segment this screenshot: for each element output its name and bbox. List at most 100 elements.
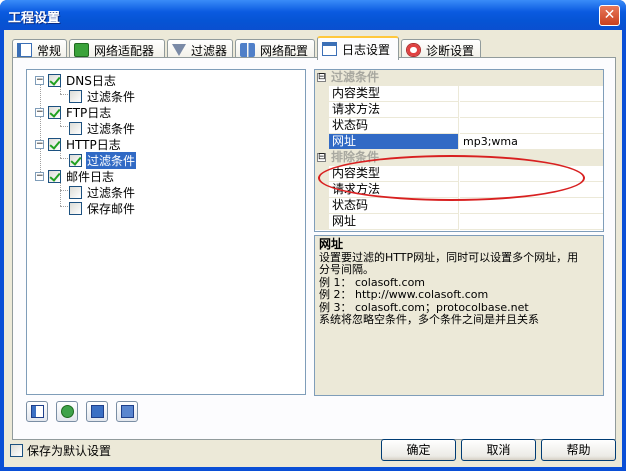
refresh-button[interactable] <box>56 401 78 422</box>
property-name: 网址 <box>329 214 459 230</box>
tree-node-dns-filter[interactable]: 过滤条件 <box>69 88 136 104</box>
property-name: 内容类型 <box>329 166 459 182</box>
row-gutter <box>315 102 329 118</box>
close-icon: ✕ <box>603 7 616 23</box>
view-button[interactable] <box>26 401 48 422</box>
property-value[interactable] <box>460 102 603 118</box>
collapse-icon[interactable]: − <box>35 171 44 181</box>
dialog-client: 常规 网络适配器 过滤器 网络配置 日志设置 诊断设置 − DNS日志 过滤条件… <box>4 30 622 467</box>
category-filter-conditions[interactable]: ⊟ 过滤条件 <box>315 70 603 86</box>
tab-log-settings[interactable]: 日志设置 <box>317 36 399 60</box>
mail-filter-checkbox[interactable] <box>69 185 82 199</box>
adapter-icon <box>74 43 89 57</box>
row-gutter <box>315 214 329 230</box>
http-log-checkbox[interactable] <box>48 137 61 151</box>
tree-node-label: 过滤条件 <box>86 151 137 169</box>
category-label: 排除条件 <box>331 150 380 164</box>
tree-node-label: DNS日志 <box>66 73 116 88</box>
property-value[interactable] <box>460 182 603 198</box>
tab-label: 常规 <box>37 43 62 58</box>
import-button[interactable] <box>86 401 108 422</box>
category-exclude-conditions[interactable]: ⊟ 排除条件 <box>315 150 603 166</box>
row-gutter <box>315 118 329 134</box>
property-row[interactable]: 状态码 <box>315 118 603 134</box>
help-button[interactable]: 帮助 <box>541 439 616 461</box>
collapse-icon[interactable]: − <box>35 75 44 85</box>
export-button[interactable] <box>116 401 138 422</box>
property-name: 网址 <box>329 134 459 150</box>
property-row[interactable]: 内容类型 <box>315 166 603 182</box>
tree-node-ftp-log[interactable]: − FTP日志 <box>35 104 112 120</box>
property-row[interactable]: 请求方法 <box>315 182 603 198</box>
ftp-filter-checkbox[interactable] <box>69 121 82 135</box>
close-button[interactable]: ✕ <box>599 5 620 26</box>
collapse-icon[interactable]: ⊟ <box>317 73 326 82</box>
save-default-label: 保存为默认设置 <box>27 444 112 458</box>
property-row-url[interactable]: 网址 mp3;wma <box>315 134 603 150</box>
network-config-icon <box>240 43 255 57</box>
tree-connector <box>60 94 68 95</box>
cancel-button[interactable]: 取消 <box>461 439 536 461</box>
tree-node-label: HTTP日志 <box>66 137 121 152</box>
description-line: 系统将忽略空条件，多个条件之间是并且关系 <box>319 313 539 326</box>
tree-node-mail-log[interactable]: − 邮件日志 <box>35 168 115 184</box>
property-name: 状态码 <box>329 198 459 214</box>
tree-connector <box>60 182 61 206</box>
tree-node-label: 过滤条件 <box>87 185 136 200</box>
tab-label: 日志设置 <box>342 42 391 57</box>
tree-node-label: FTP日志 <box>66 105 112 120</box>
property-value[interactable] <box>460 118 603 134</box>
property-grid: ⊟ 过滤条件 内容类型 请求方法 状态码 网址 mp3;wma ⊟ 排除条件 内… <box>314 69 604 232</box>
tree-node-save-mail[interactable]: 保存邮件 <box>69 200 136 216</box>
tree-connector <box>60 206 68 207</box>
property-name: 状态码 <box>329 118 459 134</box>
dns-log-checkbox[interactable] <box>48 73 61 87</box>
tree-node-http-filter[interactable]: 过滤条件 <box>69 151 137 169</box>
property-row[interactable]: 请求方法 <box>315 102 603 118</box>
row-gutter <box>315 166 329 182</box>
property-row[interactable]: 内容类型 <box>315 86 603 102</box>
row-gutter <box>315 134 329 150</box>
title-bar[interactable]: 工程设置 ✕ <box>0 0 626 30</box>
property-value[interactable] <box>460 86 603 102</box>
property-value[interactable] <box>460 198 603 214</box>
http-filter-checkbox[interactable] <box>69 153 82 167</box>
ftp-log-checkbox[interactable] <box>48 105 61 119</box>
collapse-icon[interactable]: − <box>35 107 44 117</box>
property-name: 内容类型 <box>329 86 459 102</box>
save-default-checkbox[interactable] <box>10 444 23 457</box>
property-row[interactable]: 状态码 <box>315 198 603 214</box>
property-value[interactable] <box>460 214 603 230</box>
import-icon <box>91 405 104 418</box>
tree-node-label: 过滤条件 <box>87 89 136 104</box>
tree-node-dns-log[interactable]: − DNS日志 <box>35 72 117 88</box>
description-line: 例 2： http://www.colasoft.com <box>319 288 489 301</box>
row-gutter <box>315 86 329 102</box>
mail-log-checkbox[interactable] <box>48 169 61 183</box>
url-value-field[interactable]: mp3;wma <box>460 134 603 150</box>
tab-label: 网络适配器 <box>94 43 155 58</box>
tree-node-mail-filter[interactable]: 过滤条件 <box>69 184 136 200</box>
property-row[interactable]: 网址 <box>315 214 603 230</box>
collapse-icon[interactable]: − <box>35 139 44 149</box>
row-gutter <box>315 198 329 214</box>
log-settings-panel: − DNS日志 过滤条件 − FTP日志 过滤条件 − HTTP日志 过滤条件 <box>12 57 616 440</box>
tree-node-http-log[interactable]: − HTTP日志 <box>35 136 122 152</box>
view-icon <box>31 405 44 418</box>
tree-node-label: 邮件日志 <box>66 169 115 184</box>
save-default-option[interactable]: 保存为默认设置 <box>10 442 111 459</box>
row-gutter <box>315 182 329 198</box>
property-value[interactable] <box>460 166 603 182</box>
tree-node-ftp-filter[interactable]: 过滤条件 <box>69 120 136 136</box>
collapse-icon[interactable]: ⊟ <box>317 153 326 162</box>
tab-label: 网络配置 <box>260 43 309 58</box>
tree-connector <box>60 126 68 127</box>
description-pane: 网址 设置要过滤的HTTP网址，同时可以设置多个网址，用 分号间隔。 例 1： … <box>314 235 604 396</box>
tab-label: 过滤器 <box>191 43 228 58</box>
property-name: 请求方法 <box>329 102 459 118</box>
save-mail-checkbox[interactable] <box>69 201 82 215</box>
dns-filter-checkbox[interactable] <box>69 89 82 103</box>
ok-button[interactable]: 确定 <box>381 439 456 461</box>
tree-node-label: 保存邮件 <box>87 201 136 216</box>
tree-connector <box>40 80 41 176</box>
